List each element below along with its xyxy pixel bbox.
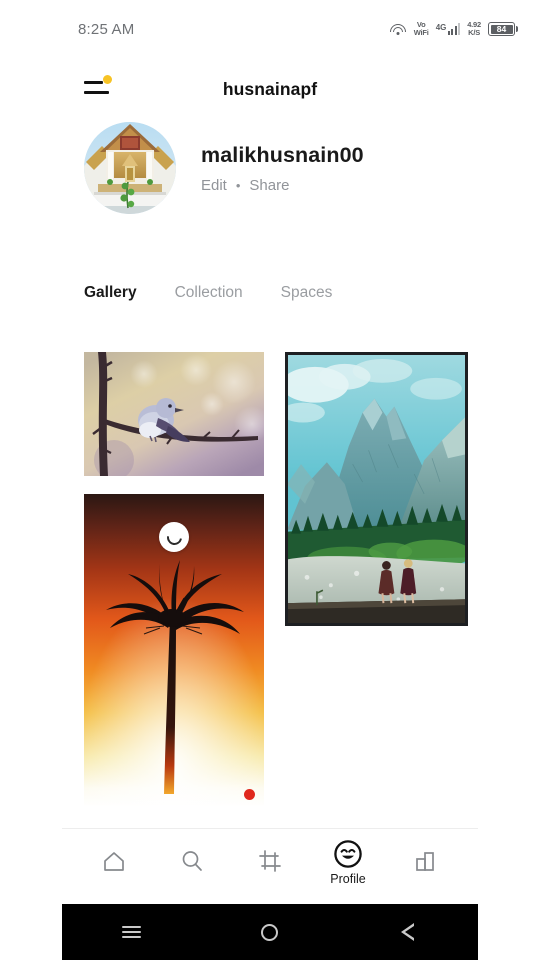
edit-profile-link[interactable]: Edit: [201, 177, 227, 194]
nav-item-stats[interactable]: [396, 829, 456, 897]
nav-item-home[interactable]: [84, 829, 144, 897]
bird-on-branch-photo[interactable]: [84, 352, 264, 476]
bar-chart-icon: [416, 852, 434, 871]
tab-collection[interactable]: Collection: [175, 284, 243, 302]
status-icons: Vo WiFi 4G 4.92 K/S 84: [390, 21, 518, 36]
signal-bars-icon: 4G: [435, 23, 461, 35]
gallery-column-left: [84, 352, 264, 807]
recents-icon[interactable]: [99, 904, 163, 960]
refresh-spinner-icon: [159, 522, 189, 552]
nav-item-crop[interactable]: [240, 829, 300, 897]
app-header: husnainapf: [0, 64, 540, 114]
home-circle-icon[interactable]: [238, 904, 302, 960]
nav-item-profile[interactable]: Profile: [318, 829, 378, 897]
profile-tabs: Gallery Collection Spaces: [84, 284, 332, 302]
action-separator: •: [235, 177, 241, 193]
search-icon: [182, 851, 202, 871]
hamburger-menu-icon[interactable]: [84, 72, 120, 102]
gallery-column-right: [285, 352, 468, 626]
share-profile-link[interactable]: Share: [249, 177, 289, 194]
avatar[interactable]: [84, 122, 176, 214]
profile-section: malikhusnain00 Edit • Share: [84, 122, 364, 214]
battery-icon: 84: [488, 22, 518, 36]
tab-gallery[interactable]: Gallery: [84, 284, 137, 302]
nav-label-profile: Profile: [330, 872, 366, 886]
back-triangle-icon[interactable]: [377, 904, 441, 960]
smiley-face-icon: [334, 840, 362, 868]
android-system-bar: [62, 904, 478, 960]
profile-actions: Edit • Share: [201, 177, 364, 194]
wifi-icon: [390, 23, 407, 36]
status-time: 8:25 AM: [78, 20, 135, 38]
network-type-label: 4G: [435, 23, 447, 32]
palm-tree-sunset-photo[interactable]: [84, 494, 264, 807]
bottom-navigation: Profile: [62, 828, 478, 896]
profile-username: malikhusnain00: [201, 142, 364, 167]
menu-notification-badge: [103, 75, 112, 84]
data-rate-unit: K/S: [468, 28, 481, 37]
page-title: husnainapf: [222, 78, 318, 99]
wifi-label: WiFi: [413, 28, 429, 37]
battery-level-label: 84: [490, 24, 513, 34]
status-bar: 8:25 AM Vo WiFi 4G 4.92 K/S 84: [0, 0, 540, 58]
volte-wifi-indicator: Vo WiFi: [414, 21, 429, 36]
home-icon: [104, 852, 124, 871]
data-rate-indicator: 4.92 K/S: [467, 21, 481, 36]
tab-spaces[interactable]: Spaces: [281, 284, 333, 302]
nav-item-search[interactable]: [162, 829, 222, 897]
phone-screen: 8:25 AM Vo WiFi 4G 4.92 K/S 84 husnainap…: [0, 0, 540, 960]
mountain-landscape-photo[interactable]: [285, 352, 468, 626]
crop-frame-icon: [259, 850, 281, 872]
profile-meta: malikhusnain00 Edit • Share: [201, 143, 364, 194]
status-badge: [244, 789, 255, 800]
